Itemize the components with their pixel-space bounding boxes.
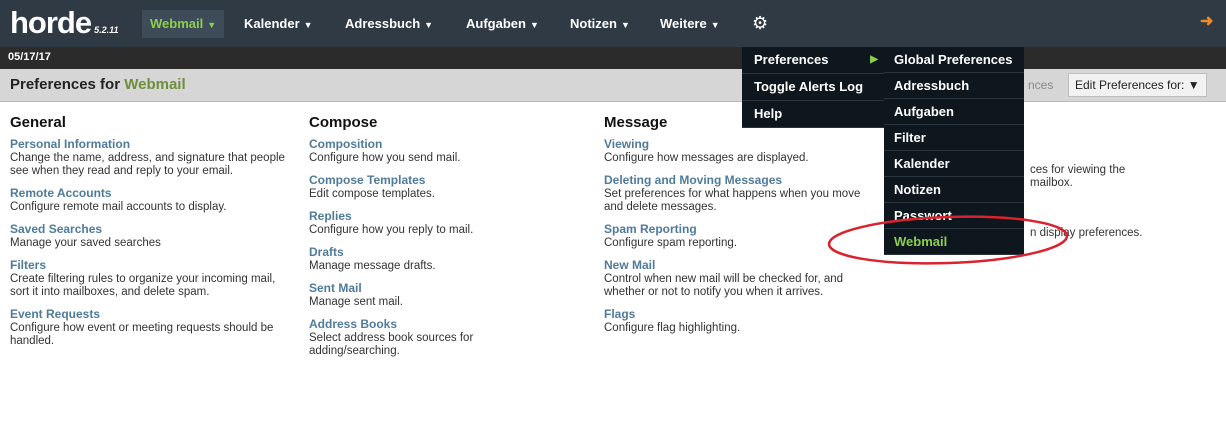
highlight-circle-annotation [827, 215, 1069, 265]
pref-link-drafts[interactable]: Drafts [309, 245, 519, 260]
list-item: Drafts Manage message drafts. [309, 245, 519, 273]
list-item: Filters Create filtering rules to organiz… [10, 258, 290, 299]
list-item: Deleting and Moving Messages Set preferen… [604, 173, 874, 214]
pref-link-compose-templates[interactable]: Compose Templates [309, 173, 519, 188]
chevron-down-icon: ▼ [424, 20, 434, 30]
edit-preferences-for-select[interactable]: Edit Preferences for: ▼ [1068, 73, 1207, 97]
pref-desc: Select address book sources for adding/s… [309, 332, 474, 357]
nav-webmail-label: Webmail [150, 16, 204, 31]
nav-notizen-label: Notizen [570, 16, 617, 31]
nav-weitere-label: Weitere [660, 16, 707, 31]
list-item: Viewing Configure how messages are displa… [604, 137, 874, 165]
chevron-down-icon: ▼ [620, 20, 630, 30]
chevron-down-icon: ▼ [207, 20, 217, 30]
pref-link-personal-information[interactable]: Personal Information [10, 137, 290, 152]
nav-webmail[interactable]: Webmail ▼ [142, 10, 225, 38]
fourth-column-line: ces for viewing the [1030, 164, 1126, 176]
pref-link-remote-accounts[interactable]: Remote Accounts [10, 186, 290, 201]
pref-link-saved-searches[interactable]: Saved Searches [10, 222, 290, 237]
edit-preferences-label: Edit Preferences for: [1075, 78, 1185, 92]
pref-desc: Edit compose templates. [309, 188, 435, 200]
pref-desc: Create filtering rules to organize your … [10, 273, 276, 298]
general-column: General Personal Information Change the n… [10, 114, 290, 356]
pref-link-event-requests[interactable]: Event Requests [10, 307, 290, 322]
horde-logo[interactable]: horde 5.2.11 [10, 6, 118, 47]
page-title-bar: Preferences for Webmail nces Edit Prefer… [0, 69, 1226, 102]
chevron-down-icon: ▼ [710, 20, 720, 30]
top-navigation-bar: horde 5.2.11 Webmail ▼ Kalender ▼ Adressbuc… [0, 0, 1226, 47]
fourth-column-partial: ces for viewing the mailbox. [1030, 164, 1125, 190]
list-item: Flags Configure flag highlighting. [604, 307, 874, 335]
pref-desc: Manage sent mail. [309, 296, 403, 308]
pref-link-address-books[interactable]: Address Books [309, 317, 519, 332]
compose-column: Compose Composition Configure how you sen… [309, 114, 519, 366]
fourth-column-line: mailbox. [1030, 177, 1073, 189]
page-title-app: Webmail [124, 76, 186, 93]
settings-dropdown-menu: Preferences ▶ Toggle Alerts Log Help [742, 47, 884, 128]
menu-item-toggle-alerts-log[interactable]: Toggle Alerts Log [742, 74, 884, 101]
menu-item-preferences[interactable]: Preferences ▶ [742, 47, 884, 74]
list-item: Replies Configure how you reply to mail. [309, 209, 519, 237]
nav-weitere[interactable]: Weitere ▼ [660, 10, 720, 38]
pref-link-viewing[interactable]: Viewing [604, 137, 874, 152]
menu-item-help[interactable]: Help [742, 101, 884, 128]
list-item: Event Requests Configure how event or mee… [10, 307, 290, 348]
submenu-item-adressbuch[interactable]: Adressbuch [884, 73, 1024, 99]
current-date: 05/17/17 [8, 51, 51, 63]
pref-desc: Manage message drafts. [309, 260, 436, 272]
pref-desc: Configure flag highlighting. [604, 322, 741, 334]
pref-link-flags[interactable]: Flags [604, 307, 874, 322]
submenu-item-aufgaben[interactable]: Aufgaben [884, 99, 1024, 125]
chevron-right-icon: ▶ [870, 54, 878, 65]
pref-desc: Control when new mail will be checked fo… [604, 273, 844, 298]
pref-desc: Configure remote mail accounts to displa… [10, 201, 227, 213]
list-item: Address Books Select address book sources… [309, 317, 519, 358]
pref-link-sent-mail[interactable]: Sent Mail [309, 281, 519, 296]
list-item: Remote Accounts Configure remote mail acc… [10, 186, 290, 214]
submenu-item-kalender[interactable]: Kalender [884, 151, 1024, 177]
list-item: Saved Searches Manage your saved searches [10, 222, 290, 250]
nav-aufgaben[interactable]: Aufgaben ▼ [466, 10, 539, 38]
preferences-link[interactable]: nces [1028, 78, 1053, 92]
chevron-down-icon: ▼ [529, 20, 539, 30]
menu-item-label: Help [754, 106, 783, 121]
pref-desc: Configure how you send mail. [309, 152, 461, 164]
nav-adressbuch-label: Adressbuch [345, 16, 421, 31]
nav-kalender[interactable]: Kalender ▼ [244, 10, 313, 38]
pref-link-filters[interactable]: Filters [10, 258, 290, 273]
pref-desc: Change the name, address, and signature … [10, 152, 285, 177]
version-label: 5.2.11 [94, 25, 119, 35]
page-title: Preferences for Webmail [10, 76, 186, 93]
submenu-item-global-preferences[interactable]: Global Preferences [884, 47, 1024, 73]
submenu-item-notizen[interactable]: Notizen [884, 177, 1024, 203]
list-item: Composition Configure how you send mail. [309, 137, 519, 165]
menu-item-label: Preferences [754, 52, 829, 67]
chevron-down-icon: ▼ [303, 20, 313, 30]
pref-desc: Configure how you reply to mail. [309, 224, 474, 236]
list-item: Personal Information Change the name, add… [10, 137, 290, 178]
list-item: Compose Templates Edit compose templates. [309, 173, 519, 201]
pref-desc: Manage your saved searches [10, 237, 161, 249]
pref-link-replies[interactable]: Replies [309, 209, 519, 224]
submenu-item-filter[interactable]: Filter [884, 125, 1024, 151]
nav-aufgaben-label: Aufgaben [466, 16, 526, 31]
date-bar: 05/17/17 [0, 47, 1226, 69]
nav-adressbuch[interactable]: Adressbuch ▼ [345, 10, 433, 38]
nav-notizen[interactable]: Notizen ▼ [570, 10, 630, 38]
pref-desc: Configure how messages are displayed. [604, 152, 809, 164]
nav-kalender-label: Kalender [244, 16, 300, 31]
chevron-down-icon: ▼ [1187, 78, 1200, 92]
compose-heading: Compose [309, 114, 378, 131]
pref-link-composition[interactable]: Composition [309, 137, 519, 152]
logo-text: horde [10, 5, 92, 40]
list-item: Sent Mail Manage sent mail. [309, 281, 519, 309]
gear-icon[interactable]: ⚙ [752, 12, 768, 34]
pref-link-deleting-moving[interactable]: Deleting and Moving Messages [604, 173, 874, 188]
general-heading: General [10, 114, 66, 131]
menu-item-label: Toggle Alerts Log [754, 79, 864, 94]
logout-icon[interactable]: ➜ [1200, 14, 1214, 30]
page-title-prefix: Preferences for [10, 76, 121, 93]
pref-desc: Set preferences for what happens when yo… [604, 188, 861, 213]
pref-desc: Configure how event or meeting requests … [10, 322, 274, 347]
